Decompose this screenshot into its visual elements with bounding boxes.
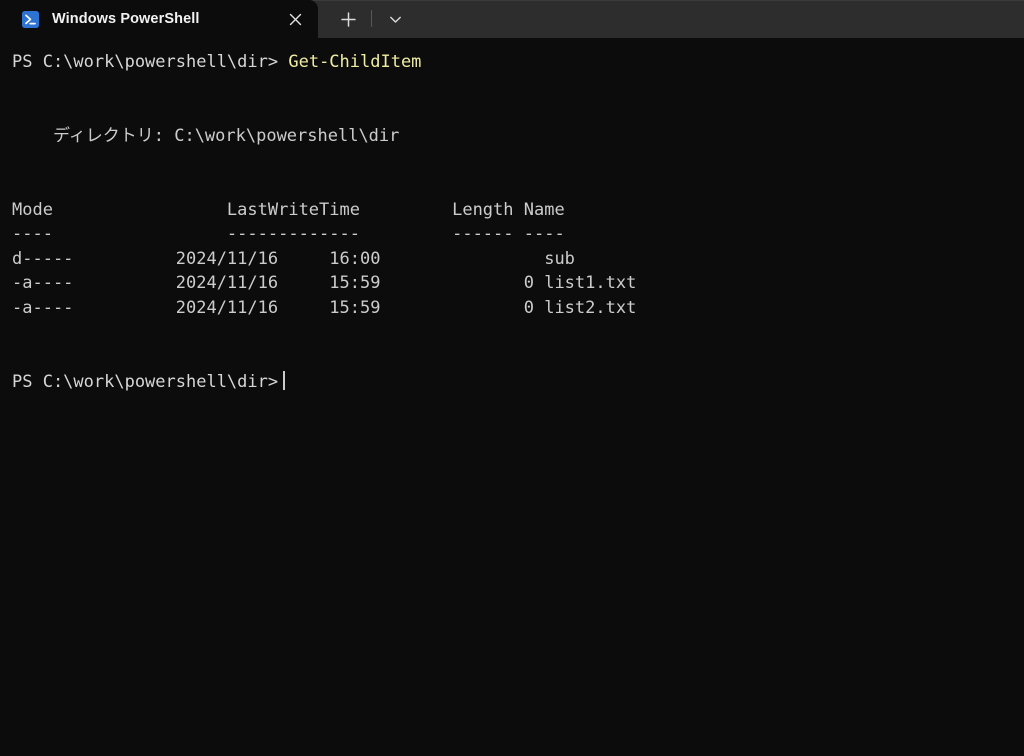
tab-windows-powershell[interactable]: Windows PowerShell bbox=[0, 0, 318, 38]
tab-strip-divider bbox=[371, 10, 372, 27]
command-text: Get-ChildItem bbox=[288, 52, 422, 72]
directory-header: ディレクトリ: C:\work\powershell\dir bbox=[12, 125, 400, 146]
new-tab-button[interactable] bbox=[329, 0, 367, 38]
powershell-window: Windows PowerShell PS C:\work\powershell… bbox=[0, 0, 1024, 756]
command-line: PS C:\work\powershell\dir> Get-ChildItem bbox=[12, 50, 1024, 75]
tab-title: Windows PowerShell bbox=[52, 11, 200, 27]
text-cursor bbox=[283, 370, 286, 390]
powershell-icon bbox=[22, 10, 39, 28]
terminal-output-area[interactable]: PS C:\work\powershell\dir> Get-ChildItem… bbox=[0, 38, 1024, 756]
table-row: -a---- 2024/11/16 15:59 0 list1.txt bbox=[12, 273, 637, 294]
table-rule-row: ---- ------------- ------ ---- bbox=[12, 224, 565, 245]
tab-dropdown-button[interactable] bbox=[376, 0, 414, 38]
chevron-down-icon bbox=[389, 13, 402, 26]
table-row: d----- 2024/11/16 16:00 sub bbox=[12, 248, 575, 269]
close-icon[interactable] bbox=[278, 0, 312, 38]
plus-icon bbox=[340, 11, 356, 27]
table-header-row: Mode LastWriteTime Length Name bbox=[12, 199, 565, 220]
final-prompt-line: PS C:\work\powershell\dir> bbox=[12, 370, 1024, 395]
tab-strip: Windows PowerShell bbox=[0, 0, 1024, 38]
table-row: -a---- 2024/11/16 15:59 0 list2.txt bbox=[12, 297, 637, 318]
final-prompt-text: PS C:\work\powershell\dir> bbox=[12, 371, 279, 392]
prompt-text: PS C:\work\powershell\dir> bbox=[12, 52, 279, 72]
